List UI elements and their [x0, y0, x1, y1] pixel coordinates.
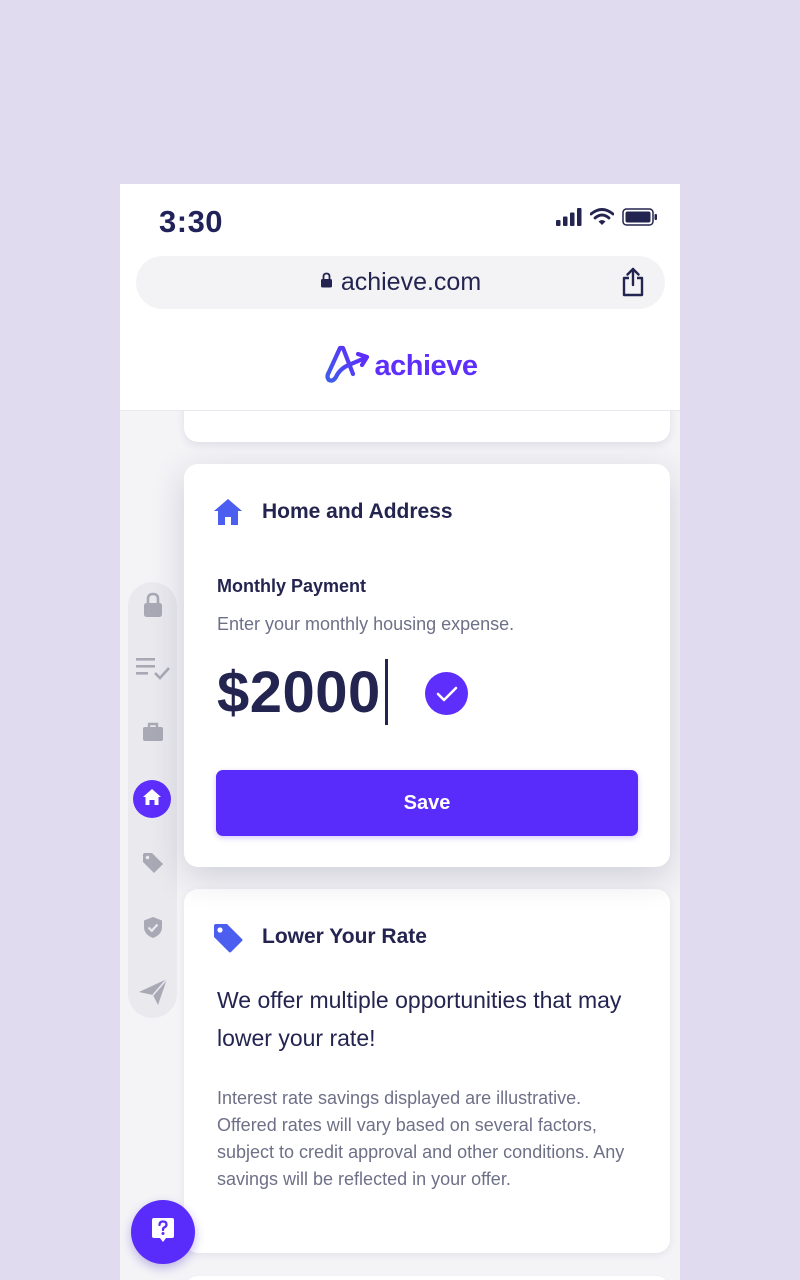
battery-icon: [622, 208, 658, 231]
lower-rate-card: Lower Your Rate We offer multiple opport…: [184, 889, 670, 1253]
send-icon: [138, 978, 168, 1011]
monthly-payment-label: Monthly Payment: [217, 576, 367, 596]
signal-icon: [556, 208, 582, 231]
home-address-title: Home and Address: [262, 500, 453, 523]
step-submit[interactable]: [128, 978, 177, 1011]
lock-icon: [320, 272, 333, 293]
help-button[interactable]: [131, 1200, 195, 1264]
lower-rate-disclaimer: Interest rate savings displayed are illu…: [217, 1088, 625, 1189]
step-home[interactable]: [133, 780, 171, 818]
home-icon: [142, 788, 162, 811]
check-circle-icon: [425, 672, 468, 715]
monthly-payment-input[interactable]: $2000: [217, 654, 388, 730]
monthly-payment-help: Enter your monthly housing expense.: [217, 614, 515, 634]
address-bar[interactable]: achieve.com: [136, 256, 665, 309]
tag-icon: [212, 922, 244, 959]
step-rate[interactable]: [128, 852, 177, 879]
text-caret: [384, 659, 388, 725]
tag-icon: [142, 852, 164, 879]
step-checklist[interactable]: [128, 656, 177, 685]
step-protection[interactable]: [128, 916, 177, 944]
status-icons: [556, 208, 658, 231]
share-icon[interactable]: [621, 267, 645, 302]
brand-name: achieve: [374, 350, 478, 382]
status-time: 3:30: [159, 204, 224, 239]
home-address-card: Home and Address Monthly Payment Enter y…: [184, 464, 670, 867]
home-icon: [212, 497, 244, 532]
achieve-logo[interactable]: achieve: [120, 344, 680, 389]
logo-mark-icon: [323, 344, 371, 389]
lower-rate-title: Lower Your Rate: [262, 925, 427, 948]
phone-screen: Home and Address Monthly Payment Enter y…: [120, 184, 680, 1280]
monthly-payment-value: $2000: [217, 659, 381, 725]
url-text: achieve.com: [340, 268, 482, 296]
step-security[interactable]: [128, 592, 177, 623]
help-icon: [151, 1217, 175, 1248]
briefcase-icon: [142, 722, 164, 747]
top-bar: 3:30 achieve.com achieve: [120, 184, 680, 410]
checklist-icon: [135, 656, 171, 685]
shield-check-icon: [143, 916, 163, 944]
lock-icon: [142, 592, 164, 623]
progress-stepper: [128, 582, 177, 1018]
lower-rate-headline: We offer multiple opportunities that may…: [217, 987, 622, 1051]
step-employment[interactable]: [128, 722, 177, 747]
save-button[interactable]: Save: [216, 770, 638, 836]
wifi-icon: [589, 208, 615, 231]
next-section-card: [184, 1276, 670, 1280]
